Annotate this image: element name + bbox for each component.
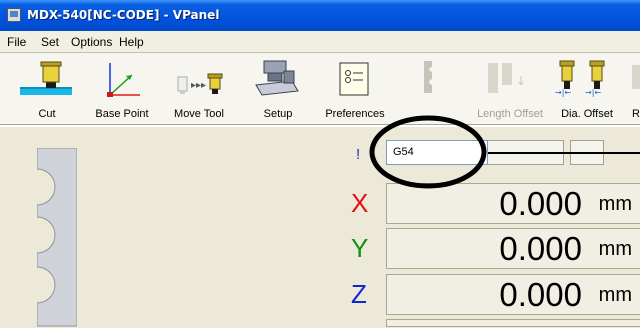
dia-offset-label: Dia. Offset	[561, 108, 613, 120]
app-icon	[7, 8, 21, 22]
menu-set[interactable]: Set	[41, 35, 59, 49]
preferences-icon	[339, 62, 369, 96]
axis-x-unit: mm	[598, 193, 632, 215]
svg-text:→|←: →|←	[585, 88, 601, 97]
base-point-button[interactable]: Base Point	[86, 53, 158, 124]
move-tool-icon: ▸▸▸	[177, 73, 223, 94]
window-title: MDX-540[NC-CODE] - VPanel	[27, 8, 220, 22]
move-tool-button[interactable]: ▸▸▸ Move Tool	[158, 53, 240, 124]
callout-line	[488, 152, 640, 154]
coordinate-indicator: !	[356, 146, 361, 163]
axis-y-unit: mm	[598, 238, 632, 260]
cut-icon	[20, 61, 72, 95]
setup-button[interactable]: Setup	[240, 53, 316, 124]
menu-help[interactable]: Help	[119, 35, 144, 49]
menu-file[interactable]: File	[7, 35, 26, 49]
menu-options[interactable]: Options	[71, 35, 112, 49]
axis-y-display: 0.000 mm	[386, 228, 640, 269]
menu-bar: File Set Options Help	[0, 31, 640, 53]
title-bar: MDX-540[NC-CODE] - VPanel	[0, 0, 640, 31]
axis-z-unit: mm	[598, 284, 632, 306]
cut-button[interactable]: Cut	[8, 53, 86, 124]
axis-z-display: 0.000 mm	[386, 274, 640, 315]
base-point-icon	[107, 63, 140, 97]
partial-button[interactable]: R	[624, 53, 640, 124]
axis-z-value: 0.000	[499, 276, 582, 313]
dia-offset-button[interactable]: →|← →|← Dia. Offset	[552, 53, 622, 124]
axis-y-label: Y	[351, 233, 369, 263]
svg-text:↓: ↓	[516, 74, 526, 88]
svg-text:→|←: →|←	[555, 88, 571, 97]
workpiece-disabled-icon	[424, 61, 432, 93]
svg-text:▸▸▸: ▸▸▸	[191, 80, 206, 91]
panel-divider	[0, 125, 640, 127]
cut-label: Cut	[38, 108, 56, 120]
axis-z-label: Z	[351, 279, 367, 309]
setup-label: Setup	[263, 108, 293, 120]
dia-offset-icon: →|← →|←	[555, 60, 605, 97]
setup-machine-icon	[255, 60, 299, 96]
highlight-ellipse	[369, 115, 487, 189]
workpiece-icon	[37, 148, 77, 327]
axis-x-label: X	[351, 188, 369, 218]
axis-x-value: 0.000	[499, 185, 582, 222]
unknown-icon	[632, 65, 640, 89]
axis-next-display	[386, 319, 640, 327]
toolbar: Cut Base Point ▸▸▸ Move Tool Setup Prefe…	[0, 53, 640, 125]
length-offset-icon: ↓	[488, 63, 526, 93]
base-point-label: Base Point	[95, 108, 149, 120]
move-tool-label: Move Tool	[174, 108, 224, 120]
axis-y-value: 0.000	[499, 230, 582, 267]
partial-label: R	[632, 108, 640, 120]
